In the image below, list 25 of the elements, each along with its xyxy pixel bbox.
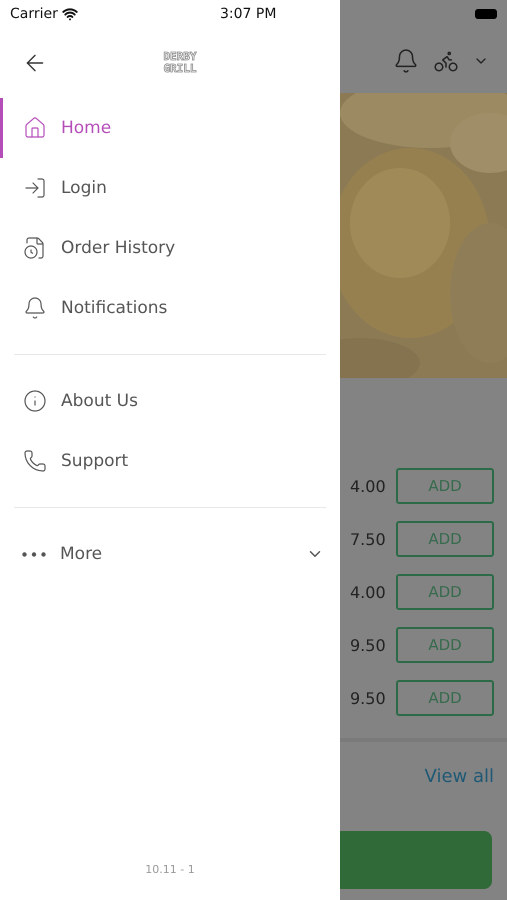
checkout-bar[interactable] [340,831,492,889]
logo: DERBY GRILL [162,51,198,75]
phone-icon [23,449,47,473]
bell-icon [23,296,47,320]
dots-icon [22,552,46,556]
menu-item[interactable]: Notifications [0,278,340,338]
price-label: 4.00 [350,476,386,496]
info-icon [23,389,47,413]
carrier-label: Carrier [10,6,58,22]
menu-item[interactable]: Order History [0,218,340,278]
version-label: 10.11 - 1 [144,863,196,878]
price-label: 9.50 [350,636,386,654]
battery-icon [475,9,497,19]
price-label: 7.50 [350,530,386,548]
login-icon [23,176,47,200]
wifi-icon [62,6,78,22]
more-item[interactable]: More [0,524,340,584]
status-time: 3:07 PM [220,6,276,22]
menu-item[interactable]: About Us [0,371,340,431]
price-label: 9.50 [350,688,386,708]
menu-item[interactable]: Support [0,431,340,491]
bell-icon[interactable] [393,48,419,74]
menu-item[interactable]: Login [0,158,340,218]
price-label: 4.00 [350,582,386,602]
home-icon [23,116,47,140]
